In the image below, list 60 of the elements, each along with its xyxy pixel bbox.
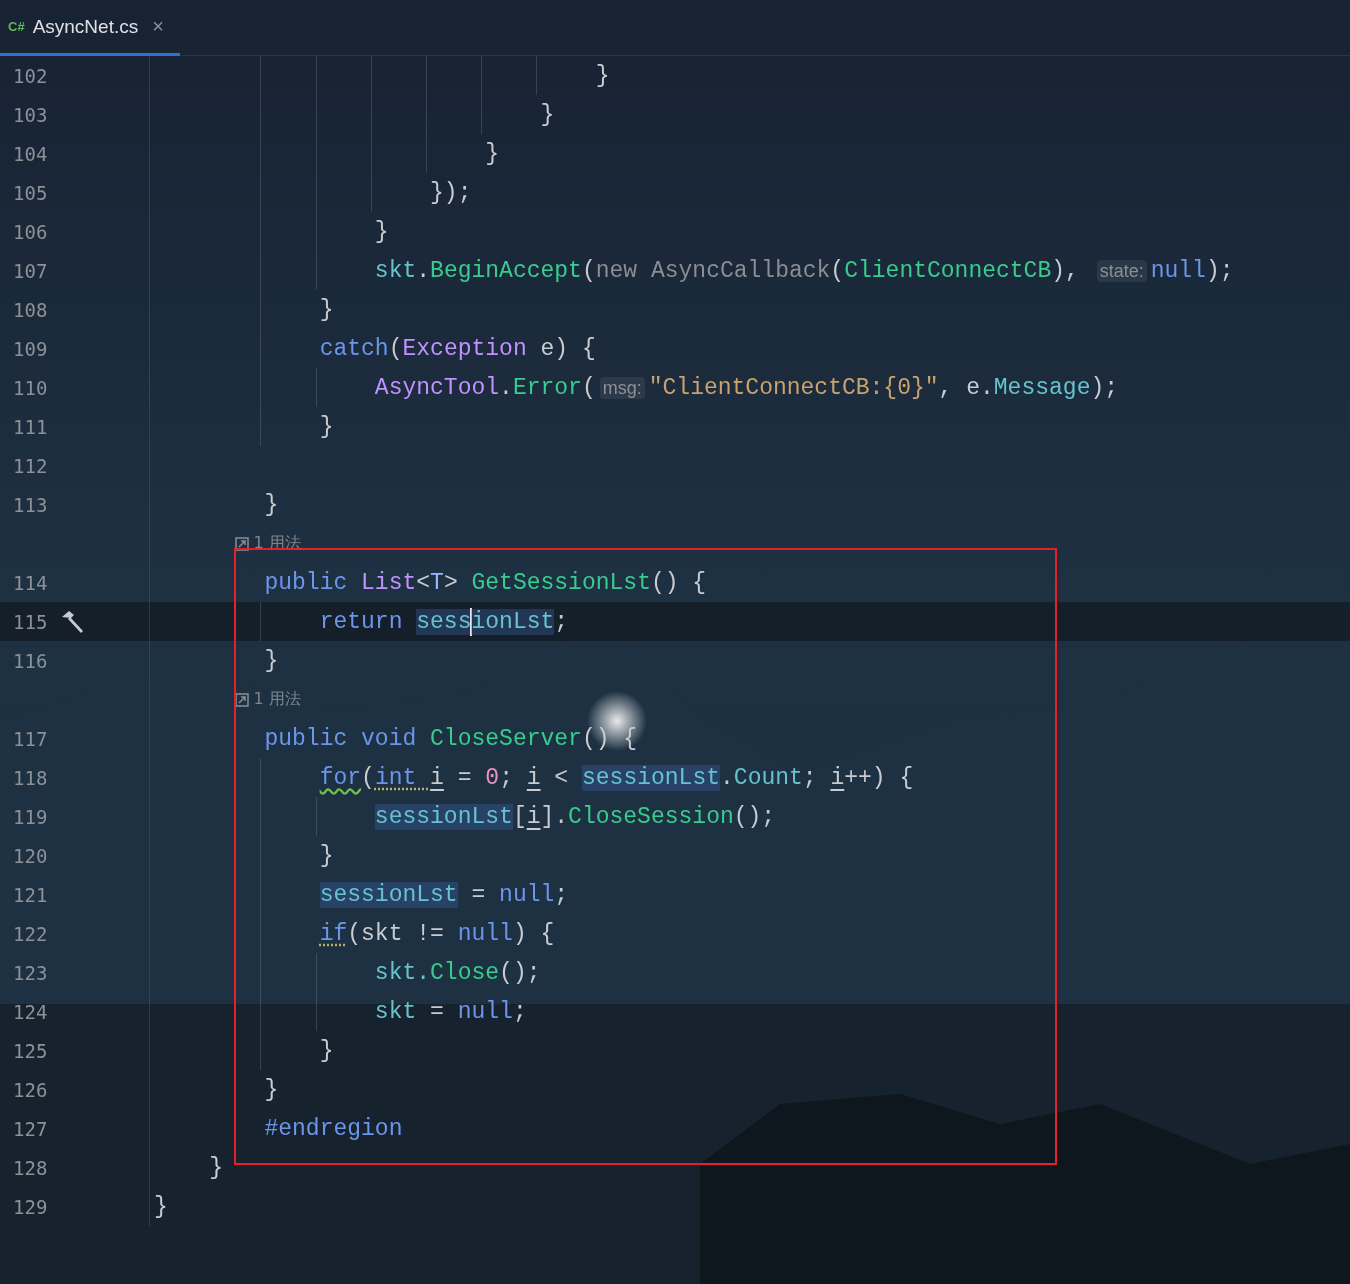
code-line: skt.Close();: [373, 959, 541, 986]
line-number: 126: [13, 1078, 48, 1101]
line-number: 105: [13, 181, 48, 204]
line-number: 123: [13, 961, 48, 984]
code-line: }: [263, 647, 279, 674]
code-line: }: [318, 413, 334, 440]
code-line: public List<T> GetSessionLst() {: [263, 569, 707, 596]
code-line: }: [484, 140, 500, 167]
code-line: }: [318, 842, 334, 869]
code-line: }: [263, 491, 279, 518]
code-line: return sessionLst;: [318, 607, 569, 636]
code-line: skt.BeginAccept(new AsyncCallback(ClientConnectCB), state: null);: [373, 257, 1234, 284]
code-line: }: [594, 62, 610, 89]
code-line: }: [154, 1193, 168, 1220]
code-line: }: [373, 218, 389, 245]
line-number: 116: [13, 649, 48, 672]
arrow-box-icon: [235, 692, 250, 707]
line-number: 112: [13, 454, 48, 477]
code-line: public void CloseServer() {: [263, 725, 638, 752]
line-number: 121: [13, 883, 48, 906]
code-line: }: [318, 1037, 334, 1064]
line-number: 110: [13, 376, 48, 399]
line-number: 102: [13, 64, 48, 87]
line-number: 119: [13, 805, 48, 828]
line-number: 106: [13, 220, 48, 243]
line-number: 128: [13, 1156, 48, 1179]
line-number: 104: [13, 142, 48, 165]
line-number: 107: [13, 259, 48, 282]
file-tab[interactable]: C# AsyncNet.cs ×: [0, 0, 180, 56]
code-line: });: [429, 179, 472, 206]
line-number: 125: [13, 1039, 48, 1062]
line-number: 111: [13, 415, 48, 438]
code-line: skt = null;: [373, 998, 527, 1025]
code-line: catch(Exception e) {: [318, 335, 596, 362]
usages-link[interactable]: 1 用法: [235, 689, 301, 710]
code-line: }: [318, 296, 334, 323]
code-line: }: [539, 101, 555, 128]
code-line: }: [263, 1076, 279, 1103]
file-type-icon: C#: [8, 19, 25, 34]
code-line: sessionLst[i].CloseSession();: [373, 803, 776, 830]
line-number: 120: [13, 844, 48, 867]
arrow-box-icon: [235, 536, 250, 551]
line-number: 124: [13, 1000, 48, 1023]
line-number: 114: [13, 571, 48, 594]
close-tab-button[interactable]: ×: [152, 15, 164, 38]
code-line: for(int i = 0; i < sessionLst.Count; i++) {: [318, 764, 914, 791]
line-number: 108: [13, 298, 48, 321]
line-number: 129: [13, 1195, 48, 1218]
line-number: 115: [13, 610, 48, 633]
line-number: 113: [13, 493, 48, 516]
line-number: 122: [13, 922, 48, 945]
line-number: 127: [13, 1117, 48, 1140]
code-line: if(skt != null) {: [318, 920, 555, 947]
code-line: }: [208, 1154, 224, 1181]
code-line: #endregion: [263, 1115, 403, 1142]
code-line: AsyncTool.Error( msg: "ClientConnectCB:{0}", e.Message);: [373, 374, 1119, 401]
line-number: 109: [13, 337, 48, 360]
line-number: 118: [13, 766, 48, 789]
line-number: 117: [13, 727, 48, 750]
line-number: 103: [13, 103, 48, 126]
